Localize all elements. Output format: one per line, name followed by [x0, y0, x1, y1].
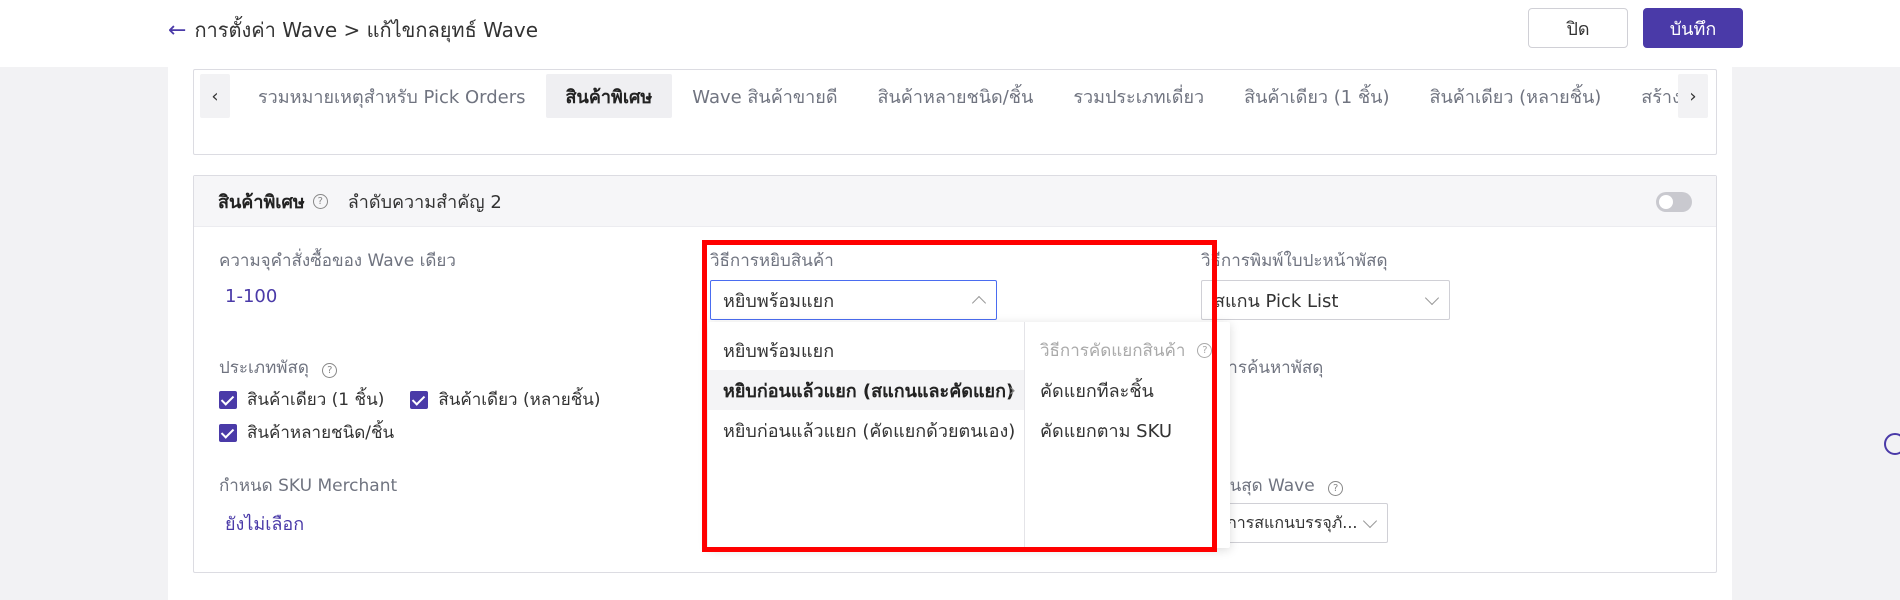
package-type-option: สินค้าเดียว (หลายชิ้น)	[438, 390, 601, 410]
sku-merchant-label: กำหนด SKU Merchant	[219, 476, 398, 496]
circle-icon[interactable]	[1884, 433, 1900, 455]
tab-single-item-one[interactable]: สินค้าเดียว (1 ชิ้น)	[1224, 74, 1409, 118]
tab-multi-item[interactable]: สินค้าหลายชนิด/ชิ้น	[858, 74, 1054, 118]
order-capacity-label: ความจุคำสั่งซื้อของ Wave เดียว	[219, 251, 456, 271]
print-method-select[interactable]: สแกน Pick List	[1201, 280, 1450, 320]
pick-method-value: หยิบพร้อมแยก	[723, 290, 835, 312]
chevron-down-icon	[1362, 513, 1378, 529]
sort-method-header: วิธีการคัดแยกสินค้า ?	[1025, 330, 1230, 370]
order-capacity-value[interactable]: 1-100	[225, 286, 277, 307]
tab-bestseller-wave[interactable]: Wave สินค้าขายดี	[672, 74, 857, 118]
help-icon[interactable]: ?	[312, 193, 328, 209]
package-type-checkboxes: สินค้าเดียว (1 ชิ้น) สินค้าเดียว (หลายชิ…	[219, 386, 601, 452]
breadcrumb-text: การตั้งค่า Wave > แก้ไขกลยุทธ์ Wave	[194, 18, 539, 42]
package-type-multi-item-checkbox[interactable]: สินค้าหลายชนิด/ชิ้น	[219, 419, 394, 446]
tab-list: รวมหมายเหตุสำหรับ Pick Orders สินค้าพิเศ…	[238, 74, 1678, 118]
print-method-value: สแกน Pick List	[1214, 290, 1339, 312]
pick-method-select[interactable]: หยิบพร้อมแยก	[710, 280, 997, 320]
pick-method-label: วิธีการหยิบสินค้า	[710, 251, 834, 271]
tab-scroll-left-icon[interactable]: ‹	[200, 74, 230, 118]
tab-single-item-multi[interactable]: สินค้าเดียว (หลายชิ้น)	[1410, 74, 1622, 118]
parcel-search-label: การค้นหาพัสดุ	[1218, 358, 1324, 378]
checkbox-checked-icon[interactable]	[219, 423, 237, 442]
sort-option-by-sku[interactable]: คัดแยกตาม SKU	[1025, 410, 1230, 450]
tab-manual[interactable]: สร้างด้วยตนเอง	[1621, 74, 1678, 118]
help-icon[interactable]: ?	[322, 363, 338, 378]
checkbox-checked-icon[interactable]	[410, 390, 429, 409]
tab-single-type-combined[interactable]: รวมประเภทเดี่ยว	[1053, 74, 1224, 118]
arrow-left-icon[interactable]: ←	[168, 18, 186, 43]
package-type-option: สินค้าหลายชนิด/ชิ้น	[247, 423, 395, 443]
package-type-single-multi-checkbox[interactable]: สินค้าเดียว (หลายชิ้น)	[410, 386, 601, 413]
rule-header: สินค้าพิเศษ ? ลำดับความสำคัญ 2	[194, 176, 1716, 227]
priority-label: ลำดับความสำคัญ 2	[347, 191, 502, 213]
pick-option-pick-then-sort-scan[interactable]: หยิบก่อนแล้วแยก (สแกนและคัดแยก) ›	[708, 370, 1024, 410]
strategy-tabs-card: ‹ รวมหมายเหตุสำหรับ Pick Orders สินค้าพิ…	[193, 69, 1717, 155]
chevron-down-icon	[1424, 290, 1440, 306]
package-type-single-one-checkbox[interactable]: สินค้าเดียว (1 ชิ้น)	[219, 386, 384, 413]
end-wave-label: ฉิ้นสุด Wave ?	[1218, 472, 1344, 499]
sku-merchant-value[interactable]: ยังไม่เลือก	[225, 509, 304, 538]
pick-option-pick-and-sort[interactable]: หยิบพร้อมแยก	[708, 330, 1024, 370]
sort-method-options: วิธีการคัดแยกสินค้า ? คัดแยกทีละชิ้น คัด…	[1025, 322, 1230, 548]
package-type-label: ประเภทพัสดุ ?	[219, 354, 338, 381]
end-wave-select[interactable]: การสแกนบรรจุภั...	[1218, 503, 1388, 543]
top-bar: ← การตั้งค่า Wave > แก้ไขกลยุทธ์ Wave ปิ…	[0, 0, 1900, 67]
tab-pick-order-notes[interactable]: รวมหมายเหตุสำหรับ Pick Orders	[238, 74, 546, 118]
save-button[interactable]: บันทึก	[1643, 8, 1743, 48]
pick-option-pick-then-sort-manual[interactable]: หยิบก่อนแล้วแยก (คัดแยกด้วยตนเอง)	[708, 410, 1024, 450]
sort-option-per-piece[interactable]: คัดแยกทีละชิ้น	[1025, 370, 1230, 410]
rule-enable-toggle[interactable]	[1656, 192, 1692, 212]
help-icon[interactable]: ?	[1197, 342, 1213, 358]
package-type-option: สินค้าเดียว (1 ชิ้น)	[247, 390, 385, 410]
chevron-right-icon: ›	[1008, 380, 1016, 401]
tab-special-items[interactable]: สินค้าพิเศษ	[545, 74, 673, 118]
pick-method-dropdown: หยิบพร้อมแยก หยิบก่อนแล้วแยก (สแกนและคัด…	[708, 322, 1230, 548]
breadcrumb: ← การตั้งค่า Wave > แก้ไขกลยุทธ์ Wave	[168, 14, 538, 46]
checkbox-checked-icon[interactable]	[219, 390, 237, 409]
pick-method-options: หยิบพร้อมแยก หยิบก่อนแล้วแยก (สแกนและคัด…	[708, 322, 1025, 548]
end-wave-value: การสแกนบรรจุภั...	[1227, 512, 1358, 532]
help-icon[interactable]: ?	[1328, 481, 1344, 496]
chevron-up-icon	[971, 295, 987, 311]
rule-title: สินค้าพิเศษ	[218, 191, 305, 213]
print-method-label: วิธีการพิมพ์ใบปะหน้าพัสดุ	[1201, 251, 1388, 271]
tab-scroll-right-icon[interactable]: ›	[1678, 74, 1708, 118]
close-button[interactable]: ปิด	[1528, 8, 1628, 48]
